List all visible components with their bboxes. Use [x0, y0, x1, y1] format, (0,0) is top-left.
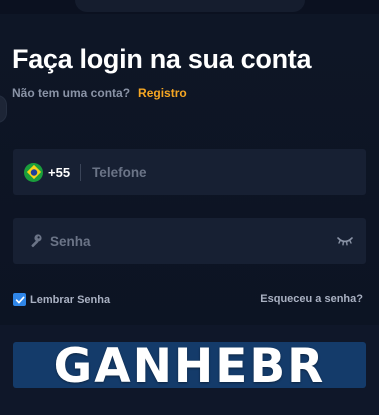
login-screen: Faça login na sua conta Não tem uma cont…	[0, 0, 379, 415]
page-title: Faça login na sua conta	[12, 44, 312, 74]
remember-password[interactable]: Lembrar Senha	[13, 293, 110, 306]
password-field[interactable]	[13, 218, 366, 264]
login-button[interactable]	[13, 342, 366, 388]
checkmark-icon	[15, 296, 24, 303]
side-tab[interactable]	[0, 96, 6, 122]
key-icon	[27, 233, 43, 249]
drag-handle[interactable]	[74, 0, 305, 12]
remember-checkbox[interactable]	[13, 293, 26, 306]
dial-code[interactable]: +55	[48, 165, 70, 180]
forgot-password-link[interactable]: Esqueceu a senha?	[260, 293, 363, 305]
field-divider	[80, 163, 82, 181]
brazil-flag-icon[interactable]	[24, 162, 43, 182]
no-account-text: Não tem uma conta?	[12, 86, 131, 100]
signup-prompt: Não tem uma conta? Registro	[12, 86, 187, 100]
phone-field[interactable]: +55	[13, 149, 366, 195]
top-bar	[0, 0, 379, 14]
phone-input[interactable]	[92, 149, 333, 195]
eye-closed-icon[interactable]	[336, 234, 354, 248]
password-input[interactable]	[50, 218, 320, 264]
register-link[interactable]: Registro	[138, 86, 187, 100]
remember-label[interactable]: Lembrar Senha	[30, 294, 110, 306]
